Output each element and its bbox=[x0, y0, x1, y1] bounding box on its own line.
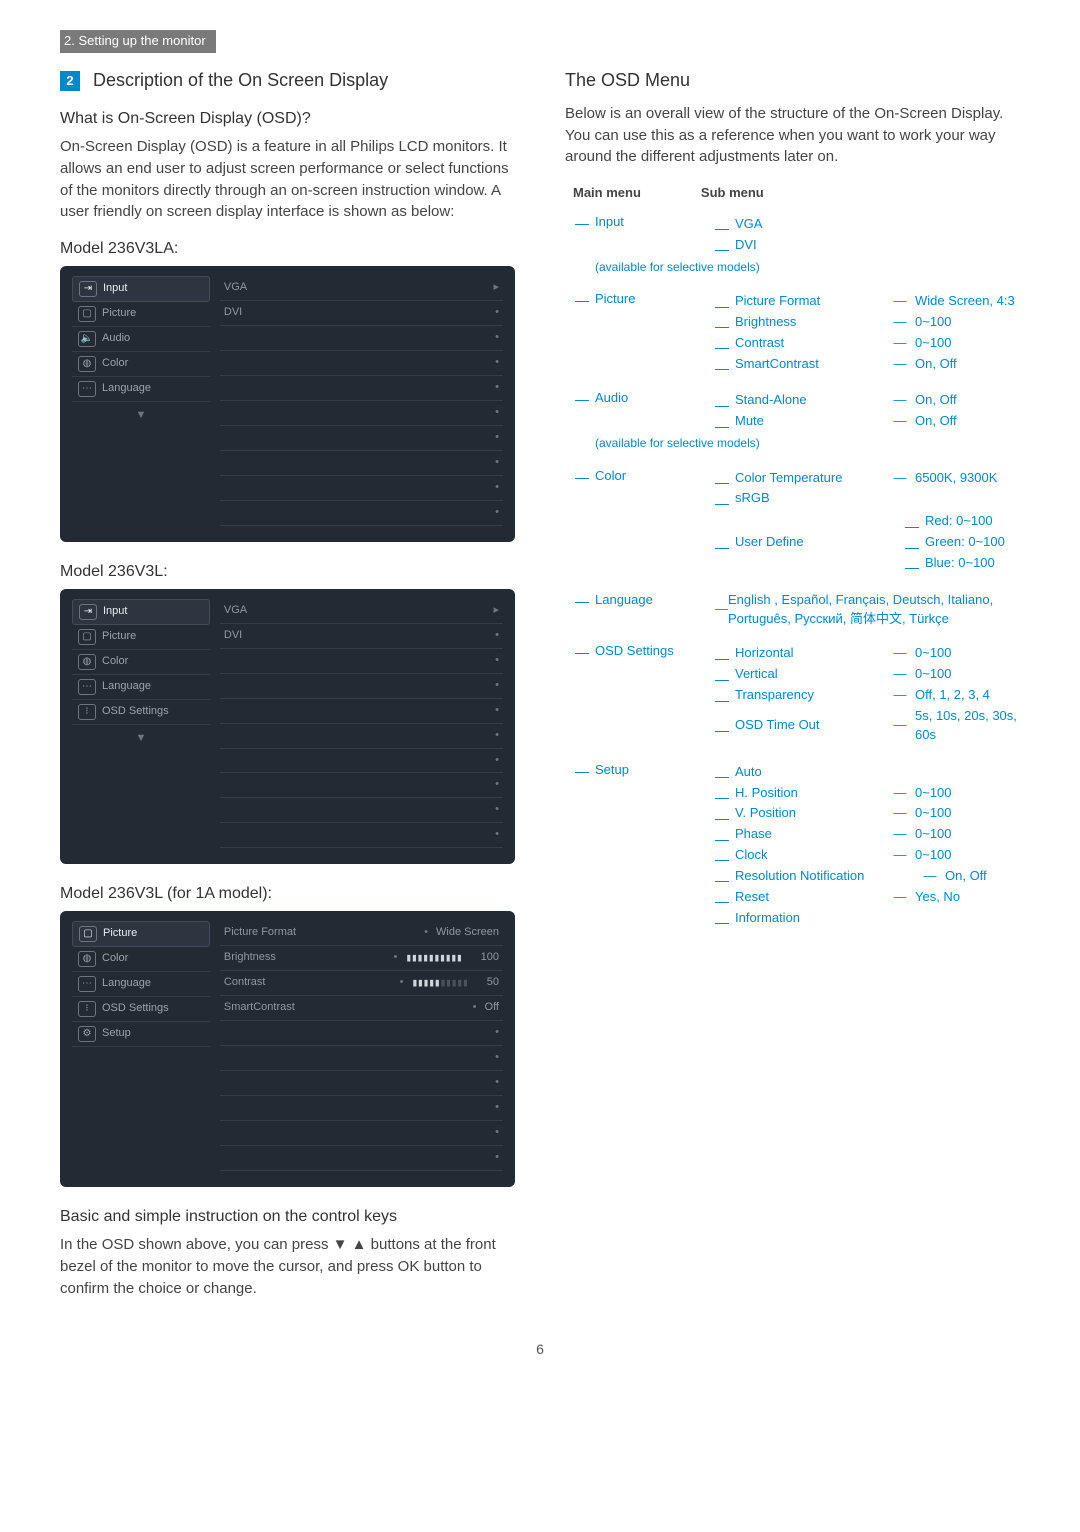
question-title: What is On-Screen Display (OSD)? bbox=[60, 107, 515, 130]
section-number-badge: 2 bbox=[60, 71, 80, 91]
osd-value-row[interactable]: DVI• bbox=[220, 301, 503, 326]
osd-item[interactable]: ⇥Input bbox=[72, 599, 210, 625]
menu-column-labels: Main menu Sub menu bbox=[573, 184, 1020, 203]
osd-item[interactable]: ⁝OSD Settings bbox=[72, 700, 210, 725]
picture-icon: ▢ bbox=[79, 926, 97, 942]
osd-item[interactable]: 🔈Audio bbox=[72, 327, 210, 352]
section-title: Description of the On Screen Display bbox=[93, 70, 388, 90]
sub-menu-label: Sub menu bbox=[701, 184, 764, 203]
model3-label: Model 236V3L (for 1A model): bbox=[60, 882, 515, 905]
tree-osd-settings: OSD Settings Horizontal—0~100 Vertical—0… bbox=[575, 642, 1020, 746]
color-icon: ◍ bbox=[78, 356, 96, 372]
model1-label: Model 236V3LA: bbox=[60, 237, 515, 260]
osd-item[interactable]: ⋯Language bbox=[72, 675, 210, 700]
osd-value-row[interactable]: Picture Format•Wide Screen bbox=[220, 921, 503, 946]
picture-icon: ▢ bbox=[78, 306, 96, 322]
tree-input: Input VGA DVI (available for selective m… bbox=[575, 213, 1020, 276]
osd-value-row[interactable]: SmartContrast•Off bbox=[220, 996, 503, 1021]
tree-picture: Picture Picture Format—Wide Screen, 4:3 … bbox=[575, 290, 1020, 375]
main-menu-label: Main menu bbox=[573, 184, 641, 203]
input-icon: ⇥ bbox=[79, 281, 97, 297]
model2-label: Model 236V3L: bbox=[60, 560, 515, 583]
osd-screenshot-1: ⇥Input ▢Picture 🔈Audio ◍Color ⋯Language … bbox=[60, 266, 515, 541]
language-icon: ⋯ bbox=[78, 976, 96, 992]
osd-item[interactable]: ⋯Language bbox=[72, 972, 210, 997]
osd-item[interactable]: ▢Picture bbox=[72, 302, 210, 327]
color-icon: ◍ bbox=[78, 951, 96, 967]
page-number: 6 bbox=[60, 1339, 1020, 1359]
osd-item[interactable]: ⋯Language bbox=[72, 377, 210, 402]
language-icon: ⋯ bbox=[78, 679, 96, 695]
tree-node-label: Input bbox=[595, 213, 715, 232]
osd-screenshot-3: ▢Picture ◍Color ⋯Language ⁝OSD Settings … bbox=[60, 911, 515, 1186]
audio-icon: 🔈 bbox=[78, 331, 96, 347]
osd-menu-title: The OSD Menu bbox=[565, 67, 1020, 93]
basic-instruction-title: Basic and simple instruction on the cont… bbox=[60, 1205, 515, 1228]
osd-item[interactable]: ▢Picture bbox=[72, 625, 210, 650]
left-column: 2 Description of the On Screen Display W… bbox=[60, 61, 515, 1309]
tree-color: Color Color Temperature—6500K, 9300K sRG… bbox=[575, 467, 1020, 577]
osd-value-row[interactable]: VGA▸ bbox=[220, 276, 503, 301]
input-icon: ⇥ bbox=[79, 604, 97, 620]
osd-item[interactable]: ⚙Setup bbox=[72, 1022, 210, 1047]
page-header: 2. Setting up the monitor bbox=[60, 30, 216, 53]
down-arrow-icon[interactable]: ▼ bbox=[72, 402, 210, 424]
down-arrow-icon[interactable]: ▼ bbox=[72, 725, 210, 747]
osd-item[interactable]: ◍Color bbox=[72, 352, 210, 377]
color-icon: ◍ bbox=[78, 654, 96, 670]
tree-setup: Setup Auto H. Position—0~100 V. Position… bbox=[575, 761, 1020, 930]
section-heading: 2 Description of the On Screen Display bbox=[60, 67, 515, 93]
setup-icon: ⚙ bbox=[78, 1026, 96, 1042]
down-arrow-icon[interactable] bbox=[72, 1047, 210, 1069]
osd-menu-para: Below is an overall view of the structur… bbox=[565, 103, 1020, 168]
osd-settings-icon: ⁝ bbox=[78, 704, 96, 720]
osd-item[interactable]: ◍Color bbox=[72, 947, 210, 972]
osd-value-row[interactable]: Contrast•▮▮▮▮▮▮▮▮▮▮ 50 bbox=[220, 971, 503, 996]
tree-audio: Audio Stand-Alone—On, Off Mute—On, Off (… bbox=[575, 389, 1020, 452]
osd-tree: Input VGA DVI (available for selective m… bbox=[575, 213, 1020, 929]
osd-screenshot-2: ⇥Input ▢Picture ◍Color ⋯Language ⁝OSD Se… bbox=[60, 589, 515, 864]
tree-language: Language — English , Español, Français, … bbox=[575, 591, 1020, 629]
osd-item[interactable]: ▢Picture bbox=[72, 921, 210, 947]
language-icon: ⋯ bbox=[78, 381, 96, 397]
osd-item[interactable]: ⇥Input bbox=[72, 276, 210, 302]
intro-paragraph: On-Screen Display (OSD) is a feature in … bbox=[60, 136, 515, 223]
osd-settings-icon: ⁝ bbox=[78, 1001, 96, 1017]
osd-item[interactable]: ⁝OSD Settings bbox=[72, 997, 210, 1022]
basic-instruction-para: In the OSD shown above, you can press ▼ … bbox=[60, 1234, 515, 1299]
picture-icon: ▢ bbox=[78, 629, 96, 645]
right-column: The OSD Menu Below is an overall view of… bbox=[565, 61, 1020, 1309]
osd-value-row[interactable]: Brightness•▮▮▮▮▮▮▮▮▮▮ 100 bbox=[220, 946, 503, 971]
tree-note: (available for selective models) bbox=[595, 259, 1020, 276]
osd-item[interactable]: ◍Color bbox=[72, 650, 210, 675]
